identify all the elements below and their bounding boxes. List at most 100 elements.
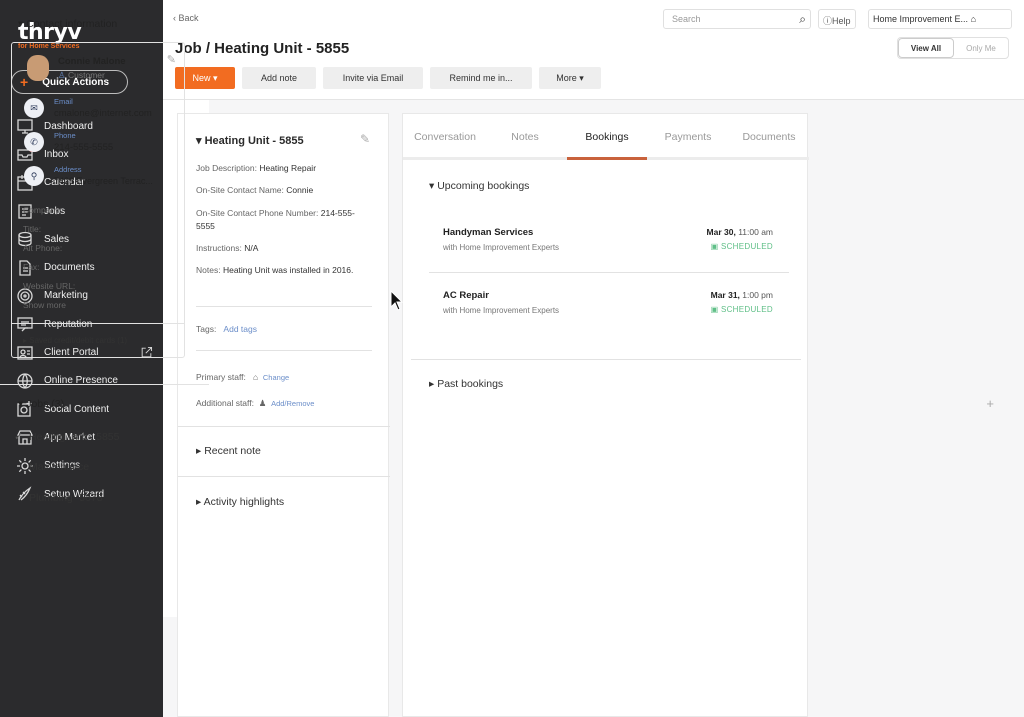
status-badge: ▣ SCHEDULED — [711, 305, 773, 314]
tab-payments[interactable]: Payments — [647, 114, 729, 157]
booking-datetime: Mar 30, 11:00 am — [707, 227, 773, 237]
booking-time: 11:00 am — [738, 227, 773, 237]
job-title: Heating Unit - 5855 — [204, 135, 304, 147]
jobs-section-header[interactable]: ▾ Jobs (3) — [18, 398, 64, 410]
view-toggle: View All Only Me — [897, 37, 1009, 59]
back-link[interactable]: ‹ Back — [173, 13, 199, 23]
business-selector[interactable]: Home Improvement E... ⌂ — [868, 9, 1012, 29]
action-bar: New ▾ Add note Invite via Email Remind m… — [175, 67, 601, 89]
contact-name: Connie Malone — [58, 56, 126, 67]
status-badge: ▣ SCHEDULED — [711, 242, 773, 251]
job-details-card: ▾ Heating Unit - 5855 ✎ Job Description:… — [177, 113, 390, 717]
contact-card: Connie Malone ♙ Customer ✎ ✉ Email cmalo… — [11, 42, 185, 358]
back-label: Back — [178, 13, 199, 23]
show-more-link[interactable]: Show more — [23, 300, 66, 310]
job-list-item[interactable]: Maintenance — [29, 461, 89, 473]
edit-pencil-icon[interactable]: ✎ — [167, 53, 176, 66]
mouse-cursor-icon — [390, 290, 404, 311]
change-staff-link[interactable]: Change — [263, 373, 289, 382]
tab-bookings[interactable]: Bookings — [567, 114, 647, 160]
location-pin-icon: ⚲ — [24, 166, 44, 186]
edit-pencil-icon[interactable]: ✎ — [360, 132, 370, 146]
field-label: Instructions: — [196, 243, 242, 253]
remind-label: Remind me in... — [449, 73, 513, 83]
field-label: Primary staff: — [196, 372, 246, 382]
add-tags-link[interactable]: Add tags — [223, 324, 257, 334]
field-value: Heating Unit was installed in 2016. — [222, 265, 354, 275]
saved-cards-row[interactable]: ▸ Saved credit/debit cards (1) — [23, 336, 127, 345]
booking-time: 1:00 pm — [742, 290, 773, 300]
sidebar-item-online-presence[interactable]: Online Presence — [0, 367, 163, 395]
divider — [178, 426, 390, 427]
job-heading[interactable]: ▾ Heating Unit - 5855 — [196, 134, 304, 147]
add-job-icon[interactable]: + — [986, 396, 994, 411]
status-label: SCHEDULED — [720, 305, 773, 314]
help-button[interactable]: ⓘHelp — [818, 9, 856, 29]
divider — [196, 306, 372, 307]
caret-down-icon: ▾ — [579, 72, 584, 83]
bookings-card: Conversation Notes Bookings Payments Doc… — [402, 113, 809, 717]
tab-conversation[interactable]: Conversation — [403, 114, 487, 157]
field-label: Notes: — [196, 265, 221, 275]
address-label: Address — [54, 165, 82, 174]
field-label: Job Description: — [196, 163, 257, 173]
booking-item[interactable]: AC Repair with Home Improvement Experts … — [443, 290, 773, 315]
divider — [411, 359, 801, 360]
email-value[interactable]: cmalone@internet.com — [54, 108, 174, 119]
upcoming-bookings-header[interactable]: ▾ Upcoming bookings — [429, 180, 529, 192]
tab-documents[interactable]: Documents — [729, 114, 809, 157]
help-label: Help — [832, 16, 851, 26]
calendar-check-icon: ▣ — [710, 305, 721, 314]
business-avatar-icon: ⌂ — [970, 14, 976, 24]
field-value: Connie — [286, 185, 314, 195]
address-value[interactable]: 7423 Evergreen Terrac... — [54, 176, 174, 186]
divider — [178, 476, 390, 477]
onsite-contact-phone: On-Site Contact Phone Number: 214-555-55… — [196, 207, 368, 233]
more-button[interactable]: More ▾ — [539, 67, 601, 89]
contact-info-header[interactable]: ▾ Contact information — [18, 18, 117, 30]
add-remove-staff-link[interactable]: Add/Remove — [271, 399, 314, 408]
tab-notes[interactable]: Notes — [487, 114, 563, 157]
invite-label: Invite via Email — [342, 73, 404, 83]
field-value: N/A — [244, 243, 259, 253]
fax-field: Fax: — [23, 262, 40, 272]
section-label: Upcoming bookings — [437, 180, 530, 192]
company-field: Company: — [23, 205, 62, 215]
phone-icon: ✆ — [24, 132, 44, 152]
calendar-check-icon: ▣ — [710, 242, 721, 251]
tab-bar: Conversation Notes Bookings Payments Doc… — [403, 114, 809, 160]
staff-avatar-icon: ⌂ — [253, 372, 259, 382]
job-description: Job Description: Heating Repair — [196, 162, 368, 175]
caret-down-icon: ▾ — [196, 135, 205, 147]
booking-item[interactable]: Handyman Services with Home Improvement … — [443, 227, 773, 252]
contact-role: ♙ Customer — [58, 70, 105, 81]
business-name: Home Improvement E... — [873, 14, 969, 24]
more-label: More — [556, 73, 577, 83]
title-field: Title: — [23, 224, 42, 234]
avatar — [27, 55, 49, 81]
email-label: Email — [54, 97, 73, 106]
field-label: On-Site Contact Phone Number: — [196, 208, 319, 218]
job-list-item[interactable]: Heating Unit - 5855 — [29, 431, 119, 443]
search-icon[interactable]: ⌕ — [799, 12, 806, 27]
recent-note-section[interactable]: ▸ Recent note — [196, 445, 261, 457]
past-bookings-header[interactable]: ▸ Past bookings — [429, 378, 503, 390]
invite-email-button[interactable]: Invite via Email — [323, 67, 423, 89]
search-placeholder: Search — [672, 14, 701, 24]
search-input[interactable]: Search ⌕ — [663, 9, 811, 29]
phone-value[interactable]: 214-555-5555 — [54, 142, 174, 153]
add-note-button[interactable]: Add note — [242, 67, 316, 89]
activity-highlights-section[interactable]: ▸ Activity highlights — [196, 496, 284, 508]
role-label: Customer — [67, 70, 105, 80]
onsite-contact-name: On-Site Contact Name: Connie — [196, 184, 368, 197]
caret-down-icon: ▾ — [18, 398, 27, 410]
page-title: Job / Heating Unit - 5855 — [175, 40, 350, 57]
instructions: Instructions: N/A — [196, 242, 368, 255]
job-list-item[interactable]: Plumbing -5678 — [29, 492, 103, 504]
view-all-button[interactable]: View All — [898, 38, 954, 58]
divider — [429, 272, 789, 273]
remind-me-button[interactable]: Remind me in... — [430, 67, 532, 89]
staff-avatar-icon: ♟ — [258, 398, 267, 408]
only-me-button[interactable]: Only Me — [954, 38, 1008, 58]
website-field: Website URL: — [23, 281, 76, 291]
